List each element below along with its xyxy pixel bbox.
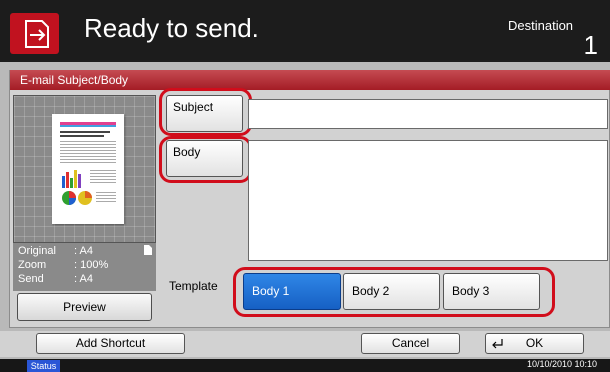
page-title: Ready to send.	[84, 13, 259, 43]
original-label: Original	[18, 245, 56, 257]
portrait-page-icon	[144, 245, 152, 255]
body-button[interactable]: Body	[166, 140, 243, 177]
send-label: Send	[18, 273, 44, 285]
subject-button[interactable]: Subject	[166, 95, 243, 132]
send-row: Send : A4	[18, 273, 93, 285]
send-function-icon	[10, 13, 59, 54]
status-datetime: 10/10/2010 10:10	[527, 359, 598, 369]
zoom-value: : 100%	[74, 259, 109, 271]
cancel-button[interactable]: Cancel	[361, 333, 460, 354]
enter-icon	[492, 339, 503, 349]
original-row: Original : A4	[18, 245, 93, 257]
template-label: Template	[169, 279, 218, 293]
template-body-3-button[interactable]: Body 3	[443, 273, 540, 310]
status-bar	[0, 359, 610, 372]
zoom-label: Zoom	[18, 259, 47, 271]
status-button[interactable]: Status	[27, 360, 60, 372]
template-body-2-button[interactable]: Body 2	[343, 273, 440, 310]
panel-title: E-mail Subject/Body	[10, 70, 610, 90]
original-value: : A4	[74, 245, 93, 257]
destination-label: Destination	[508, 18, 574, 33]
send-value: : A4	[74, 273, 93, 285]
scan-info: Original : A4 Zoom : 100% Send : A4	[13, 243, 156, 291]
preview-button[interactable]: Preview	[17, 293, 152, 321]
subject-field[interactable]	[248, 99, 608, 129]
destination-count: 1	[583, 30, 598, 60]
ok-label: OK	[525, 336, 544, 350]
ok-button[interactable]: OK	[485, 333, 584, 354]
add-shortcut-button[interactable]: Add Shortcut	[36, 333, 185, 354]
body-field[interactable]	[248, 140, 608, 261]
zoom-row: Zoom : 100%	[18, 259, 108, 271]
template-body-1-button[interactable]: Body 1	[243, 273, 341, 310]
document-thumbnail	[52, 114, 124, 224]
